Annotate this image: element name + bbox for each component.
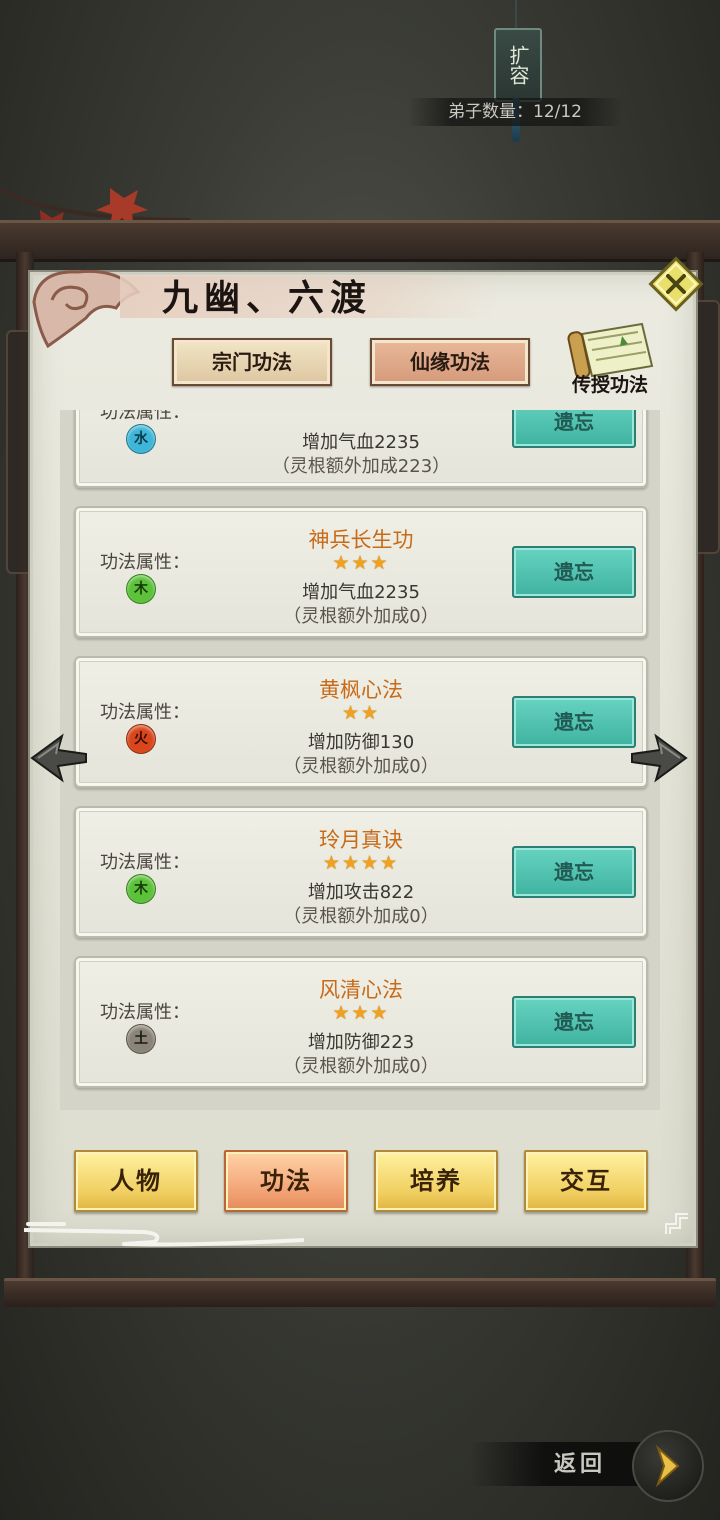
disciple-count: 弟子数量：12/12 — [408, 98, 622, 126]
skill-bonus: （灵根额外加成0） — [283, 756, 439, 777]
skill-effect: 增加气血2235 — [302, 582, 420, 603]
skill-bonus: （灵根额外加成0） — [283, 606, 439, 627]
skill-card: 功法属性： 土 风清心法 ★★★ 增加防御223 （灵根额外加成0） 遗忘 — [74, 956, 648, 1088]
skill-stars: ★★★ — [332, 552, 390, 574]
skill-card: 功法属性： 水 增加气血2235 （灵根额外加成223） 遗忘 — [74, 410, 648, 488]
prev-arrow-icon[interactable] — [28, 730, 88, 786]
skill-effect: 增加攻击822 — [307, 882, 415, 903]
element-earth-icon: 土 — [126, 1024, 156, 1054]
tab-sect-skills[interactable]: 宗门功法 — [172, 338, 332, 386]
attribute-label: 功法属性： — [100, 410, 190, 423]
skill-stars: ★★★★ — [322, 852, 400, 874]
chevron-right-icon — [655, 1444, 680, 1488]
back-button[interactable] — [632, 1430, 704, 1502]
skill-stars: ★★★ — [332, 1002, 390, 1024]
skill-name: 神兵长生功 — [308, 528, 414, 552]
attribute-label: 功法属性： — [100, 702, 190, 723]
forget-button[interactable]: 遗忘 — [512, 546, 636, 598]
character-name-title: 九幽、六渡 — [162, 277, 373, 319]
tab-cultivate[interactable]: 培养 — [374, 1150, 498, 1212]
attribute-label: 功法属性： — [100, 1002, 190, 1023]
forget-button[interactable]: 遗忘 — [512, 696, 636, 748]
skill-card: 功法属性： 木 玲月真诀 ★★★★ 增加攻击822 （灵根额外加成0） 遗忘 — [74, 806, 648, 938]
scroll-bottom-rod — [4, 1278, 716, 1307]
attribute-label: 功法属性： — [100, 552, 190, 573]
element-wood-icon: 木 — [126, 874, 156, 904]
skill-bonus: （灵根额外加成0） — [283, 906, 439, 927]
skill-bonus: （灵根额外加成223） — [271, 456, 451, 477]
skill-name: 风清心法 — [319, 978, 403, 1002]
back-label[interactable]: 返回 — [554, 1442, 606, 1486]
back-control[interactable]: 返回 — [470, 1430, 710, 1502]
skill-stars: ★★ — [341, 702, 381, 724]
skill-list[interactable]: 功法属性： 水 增加气血2235 （灵根额外加成223） 遗忘 功法属性： 木 … — [60, 410, 660, 1110]
attribute-label: 功法属性： — [100, 852, 190, 873]
skill-name: 玲月真诀 — [319, 828, 403, 852]
next-arrow-icon[interactable] — [630, 730, 690, 786]
forget-button[interactable]: 遗忘 — [512, 410, 636, 448]
tab-skills[interactable]: 功法 — [224, 1150, 348, 1212]
skill-bonus: （灵根额外加成0） — [283, 1056, 439, 1077]
tab-interact[interactable]: 交互 — [524, 1150, 648, 1212]
forget-button[interactable]: 遗忘 — [512, 846, 636, 898]
expand-sign[interactable]: 扩容 — [494, 28, 542, 102]
element-wood-icon: 木 — [126, 574, 156, 604]
skill-name: 黄枫心法 — [319, 678, 403, 702]
tab-fate-skills[interactable]: 仙缘功法 — [370, 338, 530, 386]
skill-effect: 增加防御130 — [307, 732, 415, 753]
element-fire-icon: 火 — [126, 724, 156, 754]
skill-card: 功法属性： 木 神兵长生功 ★★★ 增加气血2235 （灵根额外加成0） 遗忘 — [74, 506, 648, 638]
scroll-top-rod — [0, 220, 720, 262]
brush-stroke-decoration — [24, 1222, 304, 1247]
skill-effect: 增加防御223 — [307, 1032, 415, 1053]
skill-effect: 增加气血2235 — [302, 432, 420, 453]
forget-button[interactable]: 遗忘 — [512, 996, 636, 1048]
element-water-icon: 水 — [126, 424, 156, 454]
skill-card: 功法属性： 火 黄枫心法 ★★ 增加防御130 （灵根额外加成0） 遗忘 — [74, 656, 648, 788]
corner-ornament — [665, 1213, 688, 1234]
tab-character[interactable]: 人物 — [74, 1150, 198, 1212]
close-button[interactable] — [648, 256, 704, 312]
teach-skill-button[interactable]: 传授功法 — [548, 370, 672, 397]
